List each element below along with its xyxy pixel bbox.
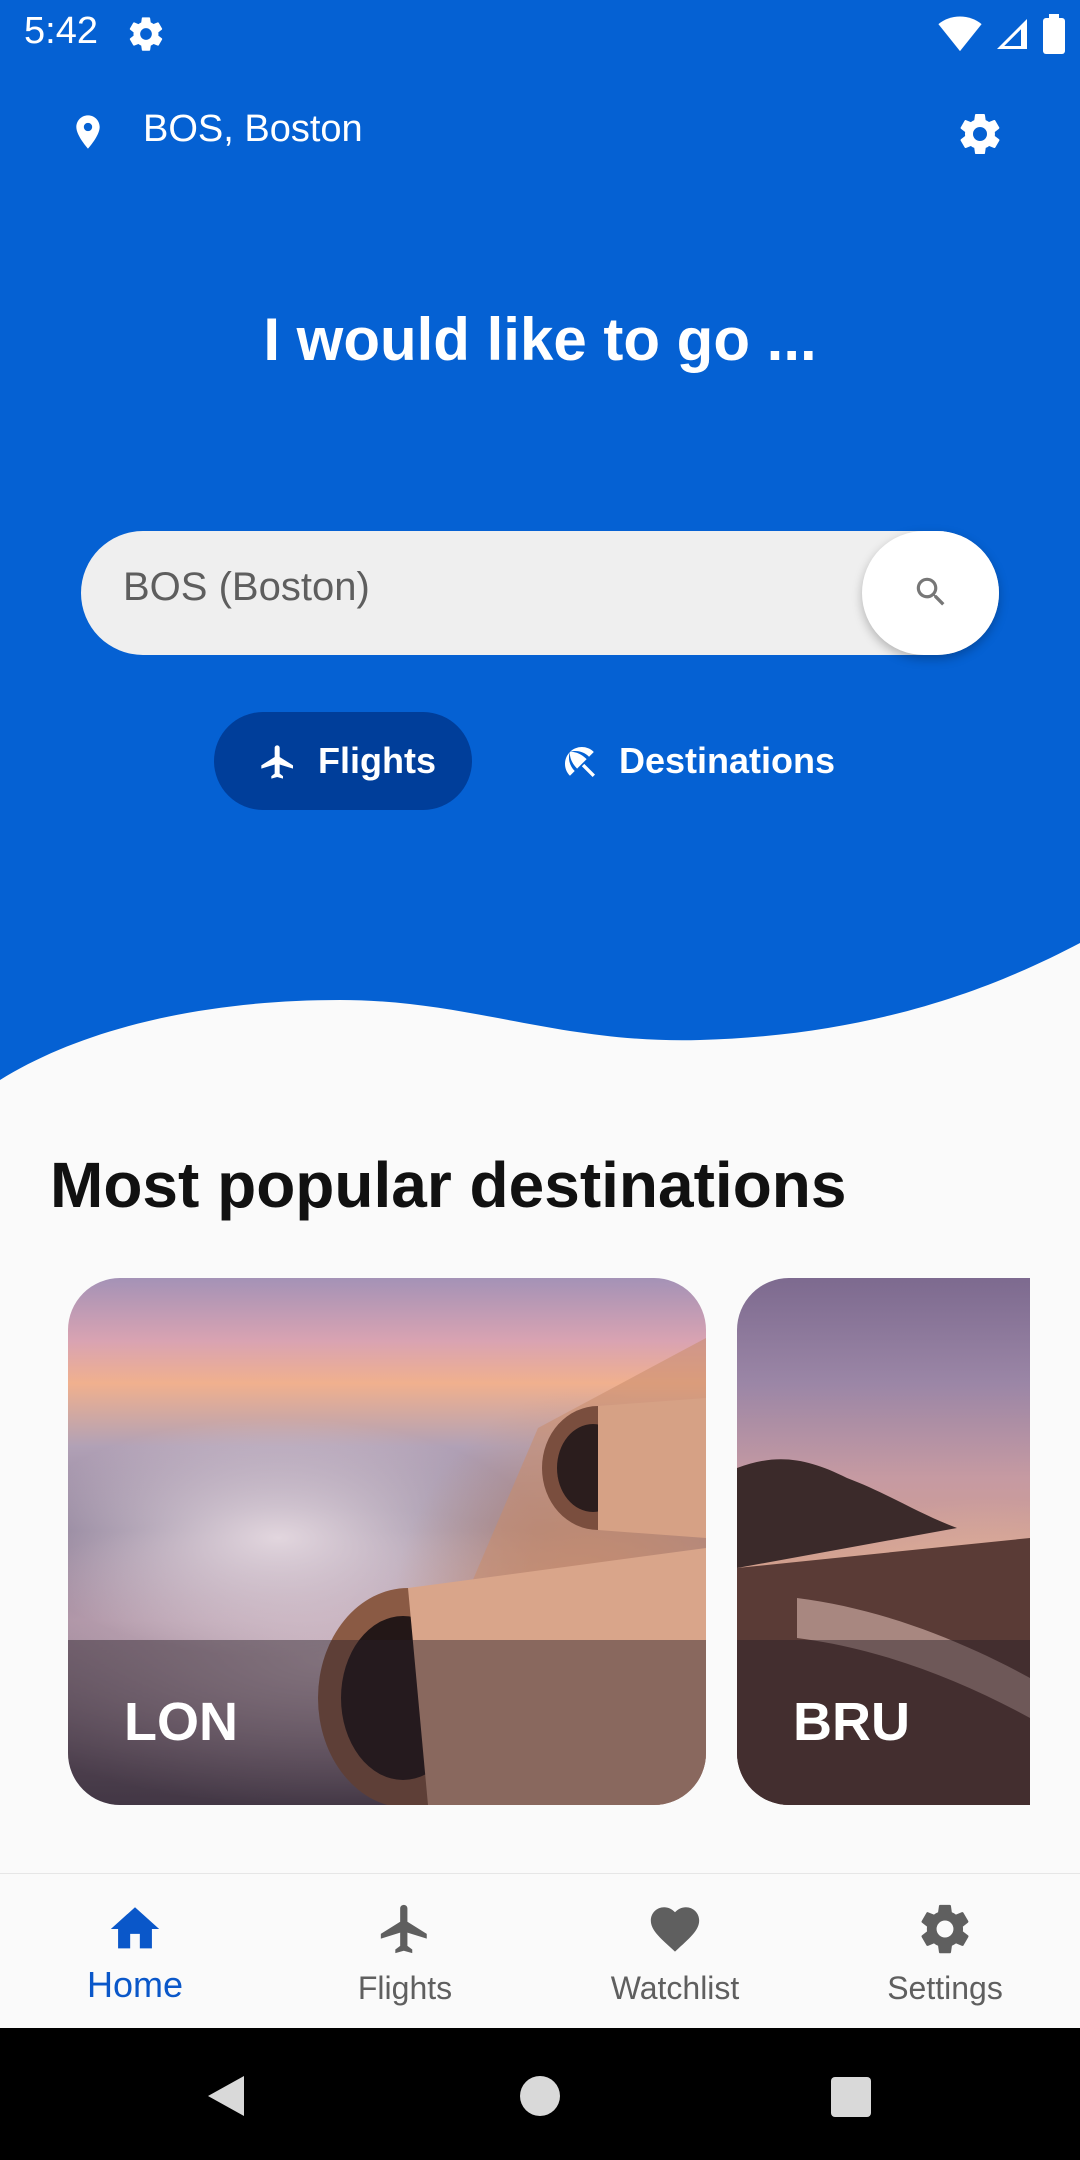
current-location[interactable]: BOS, Boston	[143, 108, 363, 151]
destination-card-lon[interactable]: LON	[68, 1278, 706, 1805]
battery-icon	[1043, 14, 1065, 54]
wifi-icon	[938, 16, 982, 52]
signal-icon	[997, 19, 1027, 49]
destination-code: BRU	[793, 1692, 910, 1752]
heart-icon	[650, 1907, 700, 1952]
nav-watchlist[interactable]: Watchlist	[540, 1874, 810, 2029]
hero-headline: I would like to go ...	[263, 306, 817, 373]
location-pin-icon	[68, 110, 108, 154]
bottom-navigation: Home Flights Watchlist Settings	[0, 1873, 1080, 2029]
airplane-icon	[261, 745, 293, 779]
destination-card-bru[interactable]: BRU	[737, 1278, 1030, 1805]
tab-destinations-label: Destinations	[619, 740, 836, 781]
nav-settings-label: Settings	[887, 1970, 1003, 2006]
status-settings-icon	[126, 14, 166, 54]
search-button[interactable]	[862, 531, 999, 655]
tab-flights[interactable]: Flights	[214, 712, 472, 810]
search-input-value: BOS (Boston)	[123, 565, 370, 609]
destination-code: LON	[124, 1692, 238, 1752]
beach-umbrella-icon	[565, 747, 595, 777]
home-circle-icon[interactable]	[518, 2074, 562, 2118]
section-title: Most popular destinations	[50, 1149, 847, 1221]
status-bar: 5:42	[0, 0, 1080, 66]
tab-flights-label: Flights	[318, 740, 436, 781]
home-icon	[110, 1907, 160, 1949]
airplane-icon	[380, 1904, 427, 1954]
search-icon	[916, 577, 945, 606]
nav-watchlist-label: Watchlist	[610, 1970, 740, 2006]
nav-home-label: Home	[86, 1964, 184, 2005]
system-navigation-bar	[0, 2028, 1080, 2160]
back-icon[interactable]	[204, 2072, 248, 2120]
nav-flights-label: Flights	[357, 1970, 453, 2006]
nav-settings[interactable]: Settings	[810, 1874, 1080, 2029]
nav-home[interactable]: Home	[0, 1874, 270, 2029]
gear-icon	[921, 1904, 969, 1954]
settings-icon[interactable]	[956, 110, 1004, 158]
status-time: 5:42	[24, 10, 98, 52]
status-icons	[938, 12, 1066, 56]
nav-flights[interactable]: Flights	[270, 1874, 540, 2029]
recents-icon[interactable]	[830, 2076, 872, 2118]
